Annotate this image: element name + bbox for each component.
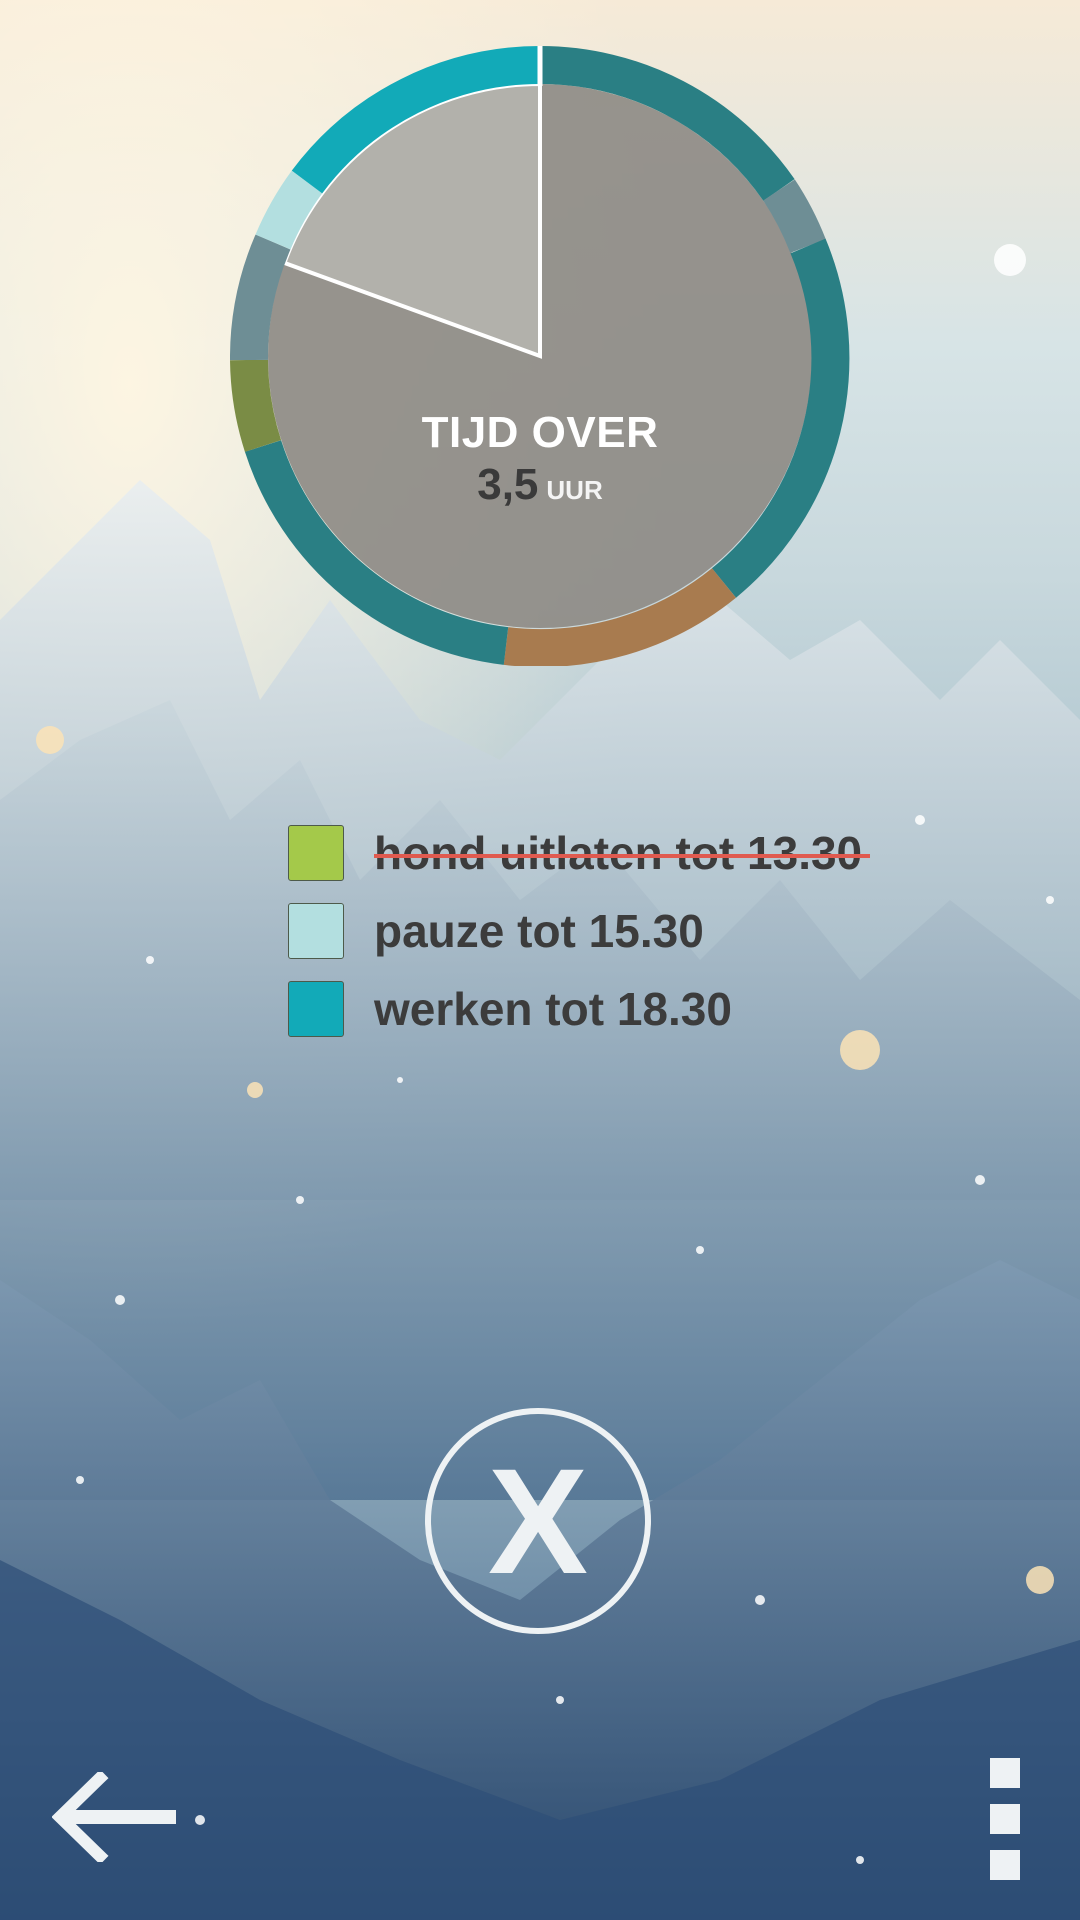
time-left-unit: UUR — [546, 475, 603, 505]
back-arrow-icon[interactable] — [52, 1772, 182, 1862]
task-color-swatch — [288, 825, 344, 881]
menu-dot — [990, 1804, 1020, 1834]
time-left-title: TIJD OVER — [421, 408, 659, 457]
more-vertical-icon[interactable] — [990, 1758, 1022, 1880]
task-list: hond uitlaten tot 13.30 pauze tot 15.30 … — [288, 822, 1048, 1056]
time-ring-chart — [230, 46, 850, 666]
time-left-number: 3,5 — [477, 460, 539, 509]
task-label: hond uitlaten tot 13.30 — [374, 827, 871, 879]
task-color-swatch — [288, 903, 344, 959]
task-item-break[interactable]: pauze tot 15.30 — [288, 900, 1048, 962]
menu-dot — [990, 1758, 1020, 1788]
task-label: werken tot 18.30 — [374, 983, 732, 1035]
task-color-swatch — [288, 981, 344, 1037]
app-screen: TIJD OVER 3,5 UUR hond uitlaten tot 13.30… — [0, 0, 1080, 1920]
close-button[interactable]: X — [425, 1408, 651, 1634]
menu-dot — [990, 1850, 1020, 1880]
task-label: pauze tot 15.30 — [374, 905, 704, 957]
task-item-work[interactable]: werken tot 18.30 — [288, 978, 1048, 1040]
time-ring-svg — [230, 46, 850, 666]
time-left-value: 3,5 UUR — [230, 460, 850, 510]
task-item-dog-walk[interactable]: hond uitlaten tot 13.30 — [288, 822, 1048, 884]
close-icon: X — [487, 1437, 589, 1605]
